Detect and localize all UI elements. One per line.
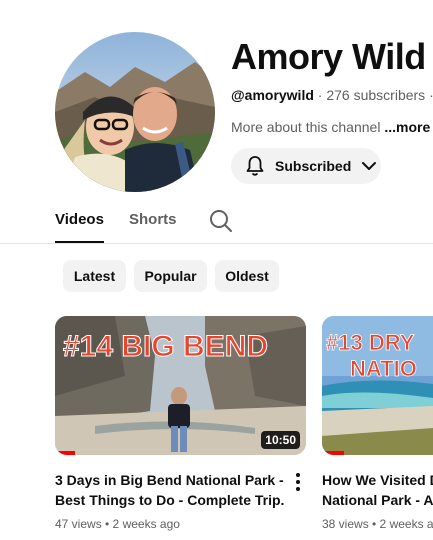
channel-name: Amory Wild	[231, 36, 426, 77]
subscriber-count: 276 subscribers	[326, 87, 426, 103]
active-tab-indicator	[55, 241, 104, 243]
thumb-title-text-2-line2: NATIO	[350, 356, 417, 381]
subscribed-button[interactable]: Subscribed	[231, 148, 381, 184]
video-meta: 47 views • 2 weeks ago	[55, 517, 180, 531]
thumb-title-text-2-line1: #13 DRY	[326, 330, 415, 355]
about-more-link[interactable]: ...more	[384, 119, 430, 135]
video-thumbnail[interactable]: #14 BIG BEND 10:50	[55, 316, 306, 455]
chip-popular[interactable]: Popular	[134, 260, 207, 292]
tab-videos[interactable]: Videos	[55, 211, 104, 228]
video-thumbnail-2[interactable]: #13 DRY NATIO	[322, 316, 433, 455]
channel-meta: @amorywild · 276 subscribers · 3	[231, 87, 433, 103]
subscribed-label: Subscribed	[275, 158, 352, 174]
meta-separator: ·	[313, 87, 327, 103]
video-2-title-line1[interactable]: How We Visited D	[322, 470, 433, 490]
bell-icon	[246, 156, 264, 176]
chip-latest[interactable]: Latest	[63, 260, 126, 292]
more-vert-icon[interactable]	[293, 472, 303, 492]
video-title-line2[interactable]: Best Things to Do - Complete Trip...	[55, 490, 285, 510]
video-duration: 10:50	[261, 431, 300, 449]
channel-about[interactable]: More about this channel ...more	[231, 119, 430, 135]
video-2-title-line2[interactable]: National Park - Ar	[322, 490, 433, 510]
about-text: More about this channel	[231, 119, 385, 135]
chip-oldest[interactable]: Oldest	[215, 260, 279, 292]
channel-handle: @amorywild	[231, 87, 314, 103]
thumbnail-image-2: #13 DRY NATIO	[322, 316, 433, 455]
thumb-title-text: #14 BIG BEND	[63, 330, 268, 363]
tab-shorts[interactable]: Shorts	[129, 211, 177, 228]
chevron-down-icon	[362, 162, 377, 170]
video-2-meta: 38 views • 2 weeks a	[322, 517, 433, 531]
video-title-line1[interactable]: 3 Days in Big Bend National Park -	[55, 470, 285, 490]
watch-progress-bar-2	[322, 451, 344, 455]
meta-separator-2: ·	[425, 87, 433, 103]
search-icon[interactable]	[208, 208, 234, 234]
watch-progress-bar	[55, 451, 75, 455]
avatar-photo	[55, 32, 215, 192]
channel-avatar[interactable]	[55, 32, 215, 192]
